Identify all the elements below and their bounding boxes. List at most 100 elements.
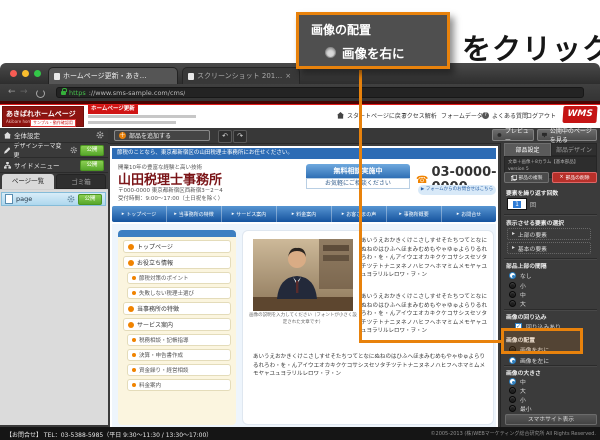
bullet-icon: ▸ bbox=[342, 211, 345, 217]
reload-icon[interactable] bbox=[36, 89, 45, 98]
menu-item[interactable]: 当事務所の特徴 bbox=[123, 302, 231, 315]
site-nav-item[interactable]: ▸お問合せ bbox=[442, 206, 496, 222]
nav-label: よくある質問 bbox=[492, 111, 528, 120]
menu-item[interactable]: お役立ち情報 bbox=[123, 256, 231, 269]
view-published-button[interactable]: 公開中のページを見る bbox=[537, 129, 597, 141]
url-field[interactable]: https ://www.sms-sample.com/cms/ bbox=[56, 87, 584, 98]
redo-icon: ↷ bbox=[237, 132, 243, 140]
redo-button[interactable]: ↷ bbox=[233, 130, 247, 143]
url-text: ://www.sms-sample.com/cms/ bbox=[89, 89, 186, 97]
bullet-icon bbox=[132, 338, 136, 342]
element-option-upper[interactable]: ▸ 上部の要素 bbox=[507, 228, 591, 240]
window-zoom-button[interactable] bbox=[34, 70, 41, 77]
radio-spacing-medium[interactable]: 中 bbox=[509, 290, 526, 299]
menu-item[interactable]: トップページ bbox=[123, 240, 231, 253]
header-nav-access-analytics[interactable]: アクセス解析 bbox=[401, 111, 437, 120]
gear-icon[interactable] bbox=[96, 131, 104, 139]
site-hours: 受付時間：9:00～17:00（土日祝を除く） bbox=[118, 194, 223, 202]
browser-tab-background[interactable]: スクリーンショット 201… × bbox=[182, 67, 300, 84]
sidebar-item-side-menu[interactable]: サイドメニュー 公開 bbox=[0, 158, 108, 173]
duplicate-part-button[interactable]: 部品の複製 bbox=[504, 172, 549, 183]
header-nav-form-data[interactable]: フォームデータ bbox=[441, 111, 483, 120]
menu-item[interactable]: 料金案内 bbox=[127, 379, 231, 391]
radio-size-medium[interactable]: 中 bbox=[509, 377, 526, 386]
tab-part-settings[interactable]: 部品設定 bbox=[504, 143, 551, 156]
element-option-basic[interactable]: ▸ 基本の要素 bbox=[507, 242, 591, 254]
arrow-icon: ▶ bbox=[421, 187, 424, 192]
radio-spacing-none[interactable]: なし bbox=[509, 271, 532, 280]
publish-button[interactable]: 公開 bbox=[80, 145, 104, 156]
bullet-icon bbox=[132, 291, 136, 295]
header-nav-logout[interactable]: ログアウト bbox=[526, 111, 556, 120]
free-consult-banner[interactable]: 無料相談実施中 bbox=[306, 164, 410, 178]
instruction-callout: 画像の配置 画像を右に bbox=[296, 12, 450, 69]
divider bbox=[504, 214, 597, 215]
site-nav-item[interactable]: ▸料金案内 bbox=[277, 206, 332, 222]
menu-item[interactable]: 決算・申告書作成 bbox=[127, 349, 231, 361]
callout-connector-horizontal bbox=[359, 340, 503, 343]
publish-button[interactable]: 公開 bbox=[78, 194, 102, 205]
header-nav-start-page[interactable]: スタートページに戻る bbox=[337, 111, 407, 120]
callout-option: 画像を右に bbox=[342, 43, 405, 62]
menu-item[interactable]: 節税対策のポイント bbox=[127, 272, 231, 284]
delete-part-button[interactable]: × 部品の削除 bbox=[552, 172, 597, 183]
view-published-label: 公開中のページを見る bbox=[550, 126, 592, 144]
browser-tab-active[interactable]: ホームページ更新・あき… bbox=[48, 67, 178, 84]
radio-spacing-small[interactable]: 小 bbox=[509, 281, 526, 290]
part-name: 文章＋画像＋8カラム【基本部品】 bbox=[508, 159, 593, 166]
radio-icon bbox=[509, 387, 516, 394]
bullet-icon bbox=[132, 368, 136, 372]
undo-icon: ↶ bbox=[222, 132, 228, 140]
forward-icon[interactable]: → bbox=[20, 87, 28, 97]
site-nav-item[interactable]: ▸トップページ bbox=[112, 206, 167, 222]
menu-item[interactable]: サービス案内 bbox=[123, 318, 231, 331]
preview-button[interactable]: プレビュー bbox=[492, 129, 534, 141]
radio-icon bbox=[509, 405, 516, 412]
undo-button[interactable]: ↶ bbox=[218, 130, 232, 143]
tab-close-icon[interactable]: × bbox=[285, 72, 291, 80]
bullet-icon: ▸ bbox=[122, 211, 125, 217]
radio-size-large[interactable]: 大 bbox=[509, 386, 526, 395]
sidebar-item-design-theme[interactable]: デザインテーマ変更 公開 bbox=[0, 143, 108, 158]
bullet-icon bbox=[132, 383, 136, 387]
menu-item[interactable]: 失敗しない税理士選び bbox=[127, 287, 231, 299]
tab-trash[interactable]: ゴミ箱 bbox=[56, 174, 106, 189]
logo-title: あきばれホームページ bbox=[6, 109, 80, 119]
gear-icon[interactable] bbox=[70, 146, 77, 154]
preview-icon bbox=[497, 132, 502, 138]
menu-item[interactable]: 税務相談・記帳指導 bbox=[127, 334, 231, 346]
header-nav-faq[interactable]: ? よくある質問 bbox=[482, 111, 528, 120]
page-list-item[interactable]: page 公開 bbox=[1, 192, 106, 206]
side-menu-header bbox=[118, 230, 236, 237]
page-favicon bbox=[188, 73, 194, 80]
nav-label: フォームデータ bbox=[441, 111, 483, 120]
callout-connector-vertical bbox=[359, 70, 362, 343]
callout-title: 画像の配置 bbox=[311, 21, 371, 38]
option-label: 上部の要素 bbox=[518, 230, 547, 239]
smartphone-site-button[interactable]: スマホサイト表示 bbox=[505, 414, 597, 425]
nav-label: スタートページに戻る bbox=[347, 111, 407, 120]
nav-label: ログアウト bbox=[526, 111, 556, 120]
site-nav-item[interactable]: ▸サービス案内 bbox=[222, 206, 277, 222]
nav-label: アクセス解析 bbox=[401, 111, 437, 120]
publish-button[interactable]: 公開 bbox=[80, 160, 104, 171]
add-part-button[interactable]: ＋ 部品を追加する bbox=[114, 130, 210, 141]
tab-page-list[interactable]: ページ一覧 bbox=[2, 174, 54, 189]
site-nav-item[interactable]: ▸事務所概要 bbox=[387, 206, 442, 222]
repeat-count-field[interactable]: 1 回 bbox=[507, 198, 536, 210]
back-icon[interactable]: ← bbox=[8, 87, 16, 97]
site-nav-item[interactable]: ▸当事務所の特徴 bbox=[167, 206, 222, 222]
form-contact-link[interactable]: ▶ フォームからのお問合せはこちら bbox=[418, 185, 496, 195]
radio-size-minimum[interactable]: 最小 bbox=[509, 404, 532, 413]
radio-image-left[interactable]: 画像を左に bbox=[509, 356, 549, 365]
radio-spacing-large[interactable]: 大 bbox=[509, 299, 526, 308]
repeat-count-input[interactable]: 1 bbox=[507, 198, 527, 210]
radio-icon bbox=[509, 300, 516, 307]
tab-part-design[interactable]: 部品デザイン bbox=[551, 143, 597, 156]
repeat-unit: 回 bbox=[530, 200, 536, 209]
gear-icon[interactable] bbox=[67, 195, 75, 203]
radio-size-small[interactable]: 小 bbox=[509, 395, 526, 404]
menu-item[interactable]: 資金繰り・経営相談 bbox=[127, 364, 231, 376]
window-close-button[interactable] bbox=[10, 70, 17, 77]
window-minimize-button[interactable] bbox=[22, 70, 29, 77]
